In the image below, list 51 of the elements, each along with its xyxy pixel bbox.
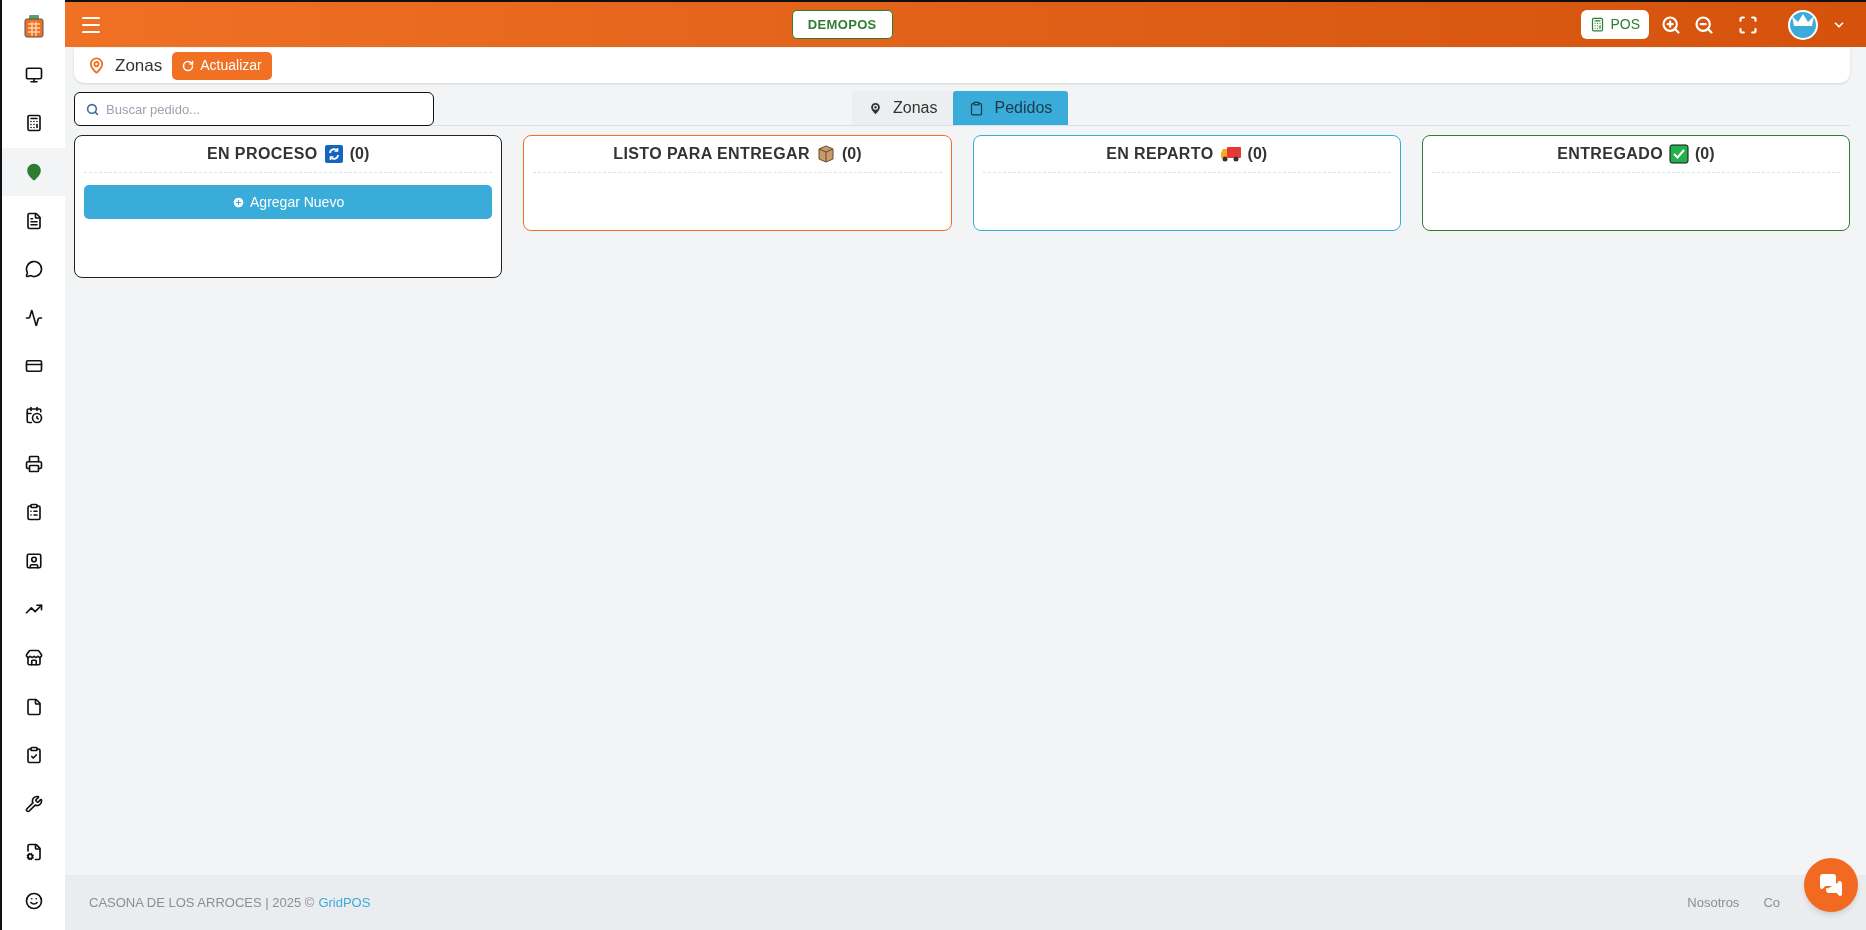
map-pin-icon xyxy=(88,57,105,74)
face-icon xyxy=(24,892,43,910)
column-title: EN REPARTO xyxy=(1106,144,1214,164)
package-icon xyxy=(815,144,836,164)
pos-button[interactable]: POS xyxy=(1581,10,1649,39)
clipboard-check-icon xyxy=(24,746,43,765)
chat-icon xyxy=(1819,873,1843,897)
chat-button[interactable] xyxy=(1804,858,1858,912)
refresh-icon xyxy=(323,144,344,164)
calculator-icon xyxy=(22,14,45,39)
footer-copyright: CASONA DE LOS ARROCES | 2025 © xyxy=(89,893,315,912)
footer-link[interactable]: Co xyxy=(1763,892,1780,913)
zoom-in-icon[interactable] xyxy=(1661,14,1681,35)
contact-icon xyxy=(24,551,43,570)
brand-badge: DEMOPOS xyxy=(791,9,893,40)
calendar-clock-icon xyxy=(24,406,43,425)
search-icon xyxy=(86,103,99,116)
map-pin-icon xyxy=(24,163,43,182)
page-title: Zonas xyxy=(115,54,163,77)
tab[interactable]: Pedidos xyxy=(953,91,1069,125)
clipboard-list-icon xyxy=(24,503,43,522)
calculator-icon xyxy=(24,114,43,133)
document-icon xyxy=(24,211,43,230)
calculator-icon xyxy=(1590,17,1606,32)
zoom-out-icon[interactable] xyxy=(1694,14,1714,35)
column-title: ENTREGADO xyxy=(1557,144,1663,164)
avatar[interactable] xyxy=(1788,9,1818,40)
wrench-icon xyxy=(24,794,43,813)
plus-icon xyxy=(232,195,246,209)
refresh-icon xyxy=(182,59,195,72)
refresh-button[interactable]: Actualizar xyxy=(172,51,272,80)
map-pin-icon xyxy=(868,100,883,116)
column-count: (0) xyxy=(1247,144,1268,164)
monitor-icon xyxy=(24,65,43,84)
column-count: (0) xyxy=(349,144,370,164)
chat-icon xyxy=(24,260,43,279)
store-icon xyxy=(24,649,43,667)
search-field[interactable]: Buscar pedido... xyxy=(74,92,434,126)
footer-link[interactable]: GridPOS xyxy=(318,892,371,913)
add-new-button[interactable]: Agregar Nuevo xyxy=(84,185,493,219)
fullscreen-icon[interactable] xyxy=(1738,14,1758,35)
column-title: EN PROCESO xyxy=(207,144,318,164)
column-count: (0) xyxy=(1695,144,1715,164)
footer-link[interactable]: Nosotros xyxy=(1687,892,1740,913)
check-icon xyxy=(1669,144,1689,164)
column-count: (0) xyxy=(841,144,862,164)
truck-icon xyxy=(1219,145,1242,163)
clipboard-icon xyxy=(969,100,985,116)
column-title: LISTO PARA ENTREGAR xyxy=(613,144,810,164)
tab[interactable]: Zonas xyxy=(852,91,954,125)
file-settings-icon xyxy=(24,843,43,862)
